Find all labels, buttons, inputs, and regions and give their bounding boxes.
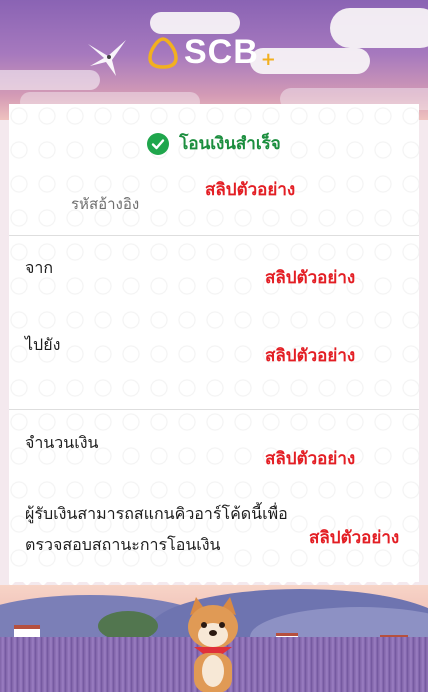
from-value: สลิปตัวอย่าง (265, 268, 356, 288)
header-banner: SCB + (0, 0, 428, 120)
from-label: จาก (25, 258, 54, 277)
divider (9, 235, 419, 236)
scb-logo-icon (148, 36, 178, 69)
cloud (330, 8, 428, 48)
transfer-success-title: โอนเงินสำเร็จ (179, 134, 281, 154)
success-header: โอนเงินสำเร็จ (9, 130, 419, 157)
qr-notice: ผู้รับเงินสามารถสแกนคิวอาร์โค้ดนี้เพื่อ … (25, 498, 305, 560)
qr-notice-line1: ผู้รับเงินสามารถสแกนคิวอาร์โค้ดนี้เพื่อ (25, 504, 288, 523)
cloud (0, 70, 100, 90)
reference-value: สลิปตัวอย่าง (205, 180, 296, 200)
slip-torn-edge (9, 572, 419, 586)
to-label: ไปยัง (25, 335, 61, 354)
check-circle-icon (147, 132, 170, 155)
scb-logo: SCB + (146, 33, 276, 72)
brand-plus: + (260, 49, 276, 70)
landscape-illustration (0, 585, 428, 692)
qr-notice-line2: ตรวจสอบสถานะการโอนเงิน (25, 535, 221, 554)
reference-label: รหัสอ้างอิง (71, 195, 140, 213)
amount-value: สลิปตัวอย่าง (265, 449, 356, 469)
bird-icon (88, 40, 126, 76)
shiba-dog-illustration (188, 597, 238, 692)
brand-name: SCB (184, 33, 259, 71)
to-value: สลิปตัวอย่าง (265, 346, 356, 366)
amount-label: จำนวนเงิน (25, 433, 99, 452)
divider (9, 409, 419, 410)
transfer-slip: โอนเงินสำเร็จ สลิปตัวอย่าง รหัสอ้างอิง จ… (9, 104, 419, 582)
qr-notice-value: สลิปตัวอย่าง (309, 528, 400, 548)
cloud (150, 12, 240, 34)
